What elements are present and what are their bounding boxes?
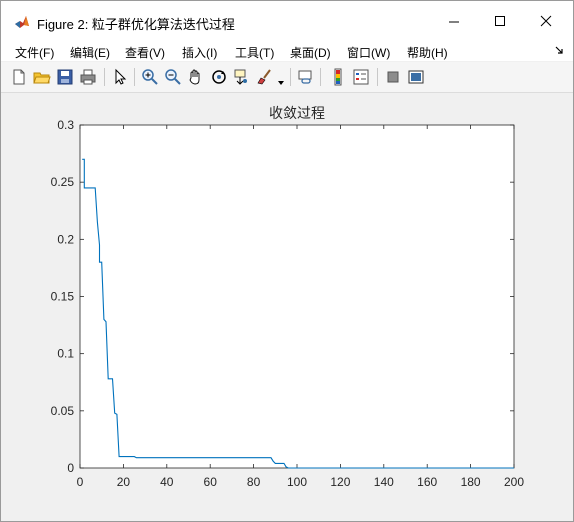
chart-title: 收敛过程	[269, 105, 325, 121]
y-tick-label: 0.25	[51, 175, 75, 189]
x-tick-label: 80	[247, 475, 261, 489]
y-tick-label: 0.1	[57, 347, 74, 361]
toolbar-separator	[377, 68, 378, 86]
menu-window[interactable]: 窗口(W)	[347, 44, 390, 61]
brush-dropdown-icon[interactable]	[277, 72, 285, 91]
toolbar-separator	[104, 68, 105, 86]
rotate-3d-icon[interactable]	[210, 68, 228, 86]
print-icon[interactable]	[79, 68, 97, 86]
open-file-icon[interactable]	[33, 68, 51, 86]
maximize-icon	[495, 16, 505, 26]
new-figure-icon[interactable]	[10, 68, 28, 86]
save-icon[interactable]	[56, 68, 74, 86]
y-tick-label: 0.2	[57, 232, 74, 246]
menu-file[interactable]: 文件(F)	[15, 44, 54, 61]
y-tick-label: 0.15	[51, 290, 75, 304]
x-tick-label: 200	[504, 475, 524, 489]
x-tick-label: 0	[77, 475, 84, 489]
brush-icon[interactable]	[256, 68, 274, 86]
pointer-icon[interactable]	[111, 68, 129, 86]
legend-icon[interactable]	[352, 68, 370, 86]
figure-canvas[interactable]: 收敛过程 0 20 40 60 80 100 120 140 160 180 200 0 0.05 0.…	[7, 93, 568, 513]
menu-insert[interactable]: 插入(I)	[182, 44, 217, 61]
y-tick-label: 0.05	[51, 404, 75, 418]
minimize-icon	[449, 21, 459, 23]
x-tick-label: 180	[461, 475, 481, 489]
minimize-button[interactable]	[431, 1, 477, 41]
toolbar-separator	[134, 68, 135, 86]
convergence-plot: 收敛过程 0 20 40 60 80 100 120 140 160 180 200 0 0.05 0.…	[51, 105, 525, 489]
menu-desktop[interactable]: 桌面(D)	[290, 44, 331, 61]
x-tick-label: 60	[204, 475, 218, 489]
show-plot-tools-icon[interactable]	[407, 68, 425, 86]
x-tick-label: 160	[417, 475, 437, 489]
x-tick-label: 40	[160, 475, 174, 489]
menu-bar: 文件(F) 编辑(E) 查看(V) 插入(I) 工具(T) 桌面(D) 窗口(W…	[1, 41, 573, 61]
close-icon	[540, 15, 552, 27]
x-tick-label: 100	[287, 475, 307, 489]
axes-background	[79, 124, 515, 469]
close-button[interactable]	[523, 1, 569, 41]
figure-window: Figure 2: 粒子群优化算法迭代过程 文件(F) 编辑(E) 查看(V) …	[0, 0, 574, 522]
link-plot-icon[interactable]	[297, 68, 315, 86]
zoom-out-icon[interactable]	[164, 68, 182, 86]
menu-help[interactable]: 帮助(H)	[407, 44, 448, 61]
zoom-in-icon[interactable]	[141, 68, 159, 86]
toolbar-separator	[320, 68, 321, 86]
y-tick-label: 0	[67, 461, 74, 475]
x-tick-label: 140	[374, 475, 394, 489]
pan-hand-icon[interactable]	[187, 68, 205, 86]
menu-view[interactable]: 查看(V)	[125, 44, 165, 61]
window-title: Figure 2: 粒子群优化算法迭代过程	[37, 17, 235, 32]
x-tick-label: 120	[330, 475, 350, 489]
matlab-logo-icon	[14, 14, 30, 30]
data-cursor-icon[interactable]	[233, 68, 251, 86]
colorbar-icon[interactable]	[329, 68, 347, 86]
y-tick-label: 0.3	[57, 118, 74, 132]
toolbar-dock-arrow-icon[interactable]	[554, 44, 564, 58]
maximize-button[interactable]	[477, 1, 523, 41]
menu-tools[interactable]: 工具(T)	[235, 44, 274, 61]
hide-plot-tools-icon[interactable]	[384, 68, 402, 86]
toolbar-separator	[290, 68, 291, 86]
menu-edit[interactable]: 编辑(E)	[70, 44, 110, 61]
x-tick-label: 20	[117, 475, 131, 489]
title-bar[interactable]: Figure 2: 粒子群优化算法迭代过程	[1, 1, 573, 41]
figure-toolbar	[1, 62, 573, 93]
